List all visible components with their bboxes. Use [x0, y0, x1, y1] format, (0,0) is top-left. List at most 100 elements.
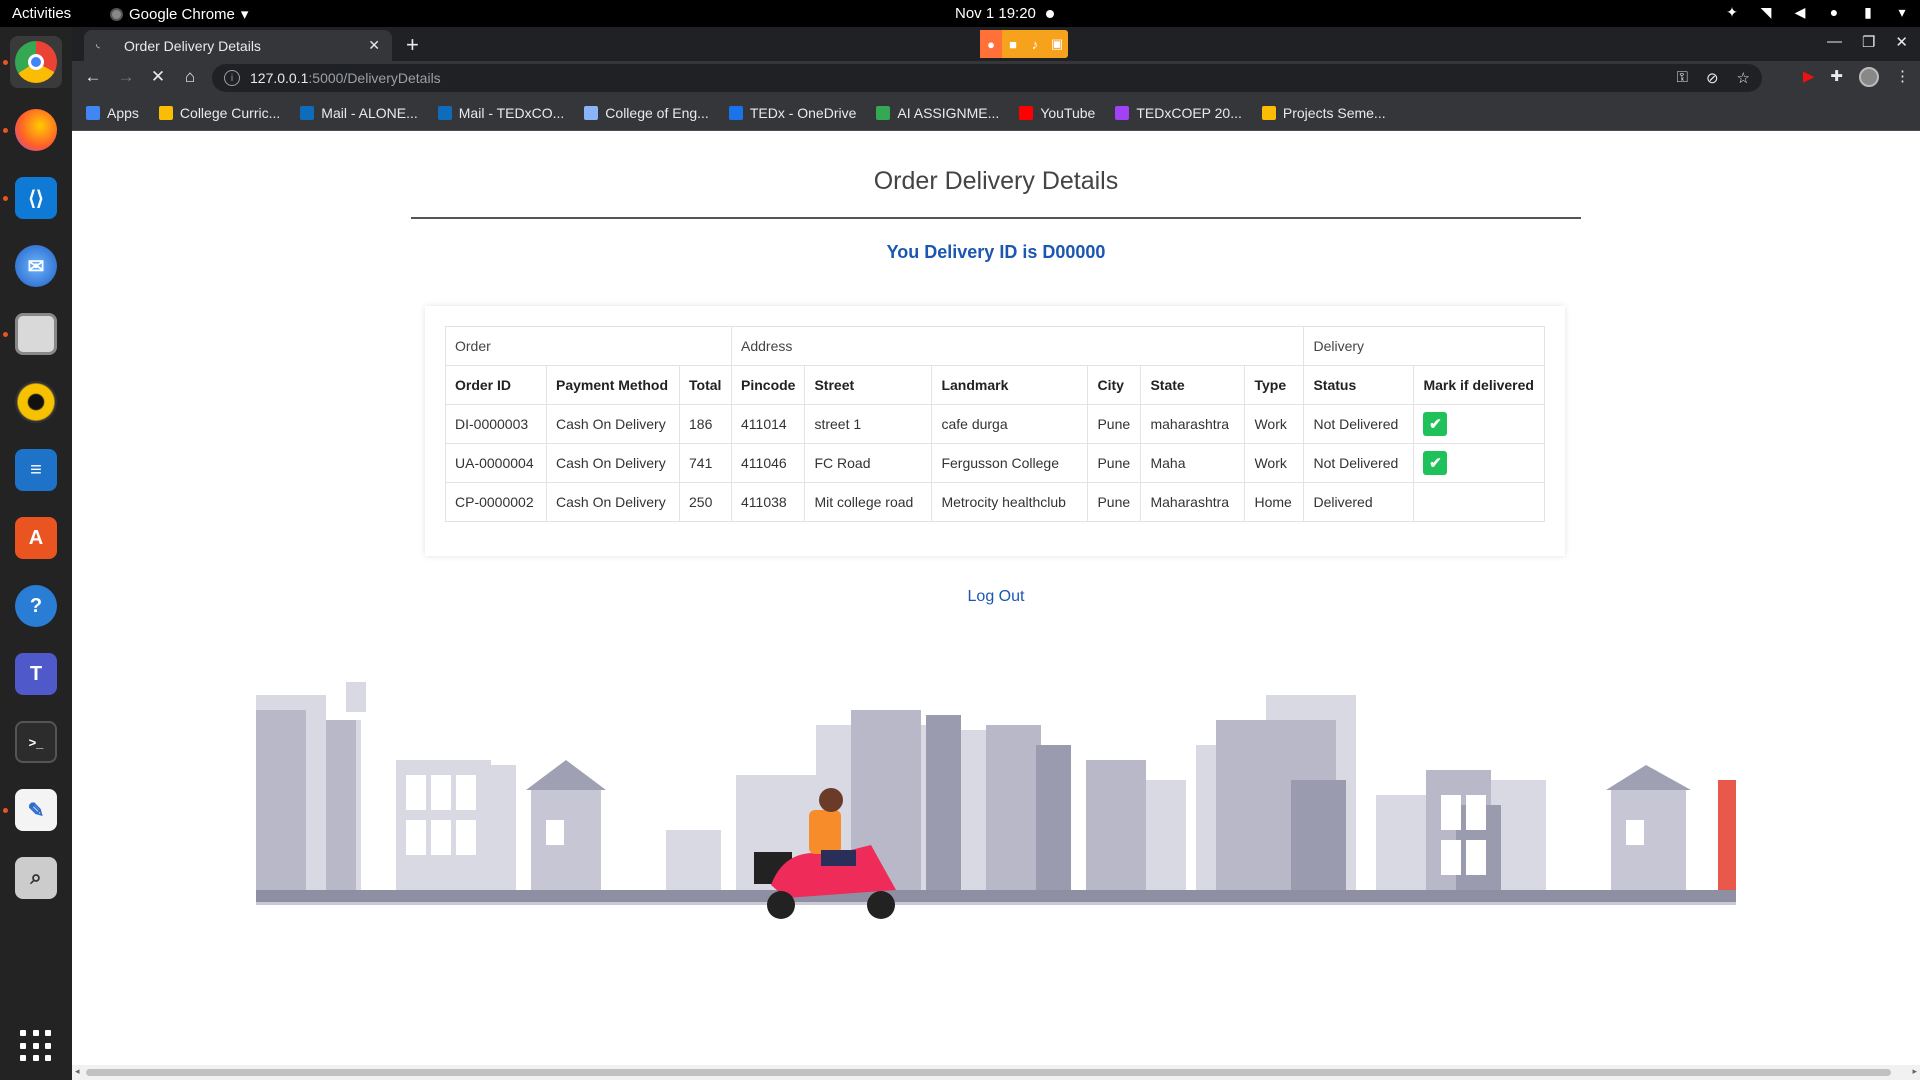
- dock-firefox[interactable]: [10, 104, 62, 156]
- logout-link[interactable]: Log Out: [72, 588, 1920, 606]
- tab-order-delivery[interactable]: ◟ Order Delivery Details ✕: [84, 30, 392, 61]
- scrollbar-thumb[interactable]: [86, 1069, 1891, 1076]
- page-title: Order Delivery Details: [873, 167, 1119, 195]
- running-indicator: [3, 128, 8, 133]
- close-window-icon[interactable]: ✕: [1895, 33, 1908, 51]
- bookmark-item[interactable]: Mail - ALONE...: [300, 105, 418, 121]
- mark-delivered-checkbox-icon[interactable]: ✔: [1423, 451, 1448, 475]
- home-icon[interactable]: ⌂: [179, 67, 201, 87]
- cell-pincode: 411038: [730, 482, 806, 522]
- bookmark-label: Mail - TEDxCO...: [458, 104, 565, 121]
- col-type: Type: [1244, 365, 1305, 405]
- app-menu[interactable]: Google Chrome ▾: [110, 5, 248, 23]
- wifi-icon: ◥: [1760, 4, 1772, 20]
- back-arrow-icon[interactable]: ←: [82, 67, 104, 87]
- bookmark-item[interactable]: College Curric...: [158, 105, 280, 121]
- forward-arrow-icon[interactable]: →: [115, 67, 137, 87]
- cell-city: Pune: [1087, 482, 1142, 522]
- new-tab-button[interactable]: +: [406, 32, 419, 58]
- running-indicator: [3, 808, 8, 813]
- horizontal-scrollbar[interactable]: ◂ ▸: [72, 1065, 1920, 1080]
- cell-type: Work: [1244, 404, 1305, 444]
- scroll-left-icon[interactable]: ◂: [75, 1066, 80, 1077]
- cell-order-id: DI-0000003: [445, 404, 547, 444]
- address-bar[interactable]: i 127.0.0.1 :5000/DeliveryDetails ⚿ ⊘ ☆: [212, 64, 1762, 92]
- dock-teams[interactable]: T: [10, 648, 62, 700]
- col-total: Total: [679, 365, 732, 405]
- bookmarks-bar: Apps College Curric... Mail - ALONE... Mail…: [72, 95, 1920, 131]
- power-menu-icon[interactable]: ▾: [1894, 4, 1910, 21]
- dock-writer[interactable]: ≡: [10, 444, 62, 496]
- software-store-icon: A: [15, 517, 57, 559]
- bookmark-item[interactable]: YouTube: [1019, 105, 1095, 121]
- dock-terminal[interactable]: >_: [10, 716, 62, 768]
- cell-pincode: 411014: [730, 404, 806, 444]
- extension-red-icon[interactable]: ▶: [1803, 67, 1815, 87]
- restore-icon[interactable]: ❐: [1862, 33, 1875, 51]
- kebab-menu-icon[interactable]: ⋮: [1895, 67, 1910, 87]
- stop-loading-icon[interactable]: ✕: [147, 67, 169, 87]
- dock-files[interactable]: [10, 308, 62, 360]
- system-tray[interactable]: ✦ ◥ ◀ ● ▮ ▾: [1724, 4, 1910, 21]
- cell-landmark: Metrocity healthclub: [931, 482, 1089, 522]
- cell-street: Mit college road: [804, 482, 933, 522]
- cell-city: Pune: [1087, 404, 1142, 444]
- dock-vscode[interactable]: ⟨⟩: [10, 172, 62, 224]
- col-mark-delivered: Mark if delivered: [1413, 365, 1545, 405]
- bookmark-item[interactable]: AI ASSIGNME...: [876, 105, 999, 121]
- bookmark-item[interactable]: Apps: [86, 105, 139, 121]
- bookmark-item[interactable]: Mail - TEDxCO...: [437, 104, 565, 121]
- bookmark-item[interactable]: TEDxCOEP 20...: [1115, 105, 1242, 121]
- dock-search[interactable]: ⌕: [10, 852, 62, 904]
- google-drive-icon: [876, 105, 891, 120]
- cell-payment-method: Cash On Delivery: [546, 443, 680, 483]
- table-row: CP-0000002 Cash On Delivery 250 411038 Mit c…: [445, 482, 1545, 522]
- list-icon: [1115, 105, 1130, 120]
- cell-city: Pune: [1087, 443, 1142, 483]
- site-info-icon[interactable]: i: [224, 70, 240, 86]
- teams-tray-icon[interactable]: ✦: [1724, 4, 1740, 21]
- profile-avatar[interactable]: [1859, 67, 1879, 87]
- running-indicator: [3, 60, 8, 65]
- cell-landmark: cafe durga: [931, 404, 1089, 444]
- cell-state: maharashtra: [1140, 404, 1246, 444]
- cell-payment-method: Cash On Delivery: [546, 404, 680, 444]
- bookmark-star-icon[interactable]: ☆: [1737, 69, 1750, 87]
- eye-off-icon[interactable]: ⊘: [1706, 69, 1719, 87]
- mark-delivered-checkbox-icon[interactable]: ✔: [1423, 412, 1448, 436]
- cell-street: street 1: [804, 404, 933, 444]
- key-icon[interactable]: ⚿: [1677, 69, 1688, 87]
- bookmark-item[interactable]: Projects Seme...: [1261, 105, 1386, 121]
- dock-software[interactable]: A: [10, 512, 62, 564]
- system-top-bar: Activities Google Chrome ▾ Nov 1 19:20 ✦…: [0, 0, 1920, 27]
- group-delivery: Delivery: [1303, 326, 1545, 366]
- teams-icon: T: [15, 653, 57, 695]
- loading-spinner-icon: ◟: [96, 38, 100, 50]
- close-tab-icon[interactable]: ✕: [368, 37, 380, 54]
- page-viewport: Order Delivery Details You Delivery ID i…: [72, 131, 1920, 1065]
- bookmark-item[interactable]: TEDx - OneDrive: [728, 104, 857, 121]
- apps-grid-icon: [86, 105, 100, 120]
- minimize-icon[interactable]: —: [1827, 33, 1842, 51]
- cell-type: Home: [1244, 482, 1305, 522]
- dock-text-editor[interactable]: ✎: [10, 784, 62, 836]
- bookmark-label: Apps: [107, 104, 139, 121]
- cell-status: Delivered: [1303, 482, 1415, 522]
- dock-chrome[interactable]: [10, 36, 62, 88]
- dock-thunderbird[interactable]: ✉: [10, 240, 62, 292]
- dock-rhythmbox[interactable]: [10, 376, 62, 428]
- extensions-puzzle-icon[interactable]: ✚: [1830, 67, 1843, 87]
- clock[interactable]: Nov 1 19:20: [955, 5, 1054, 22]
- scroll-right-icon[interactable]: ▸: [1912, 1066, 1917, 1077]
- table-row: UA-0000004 Cash On Delivery 741 411046 FC Ro…: [445, 443, 1545, 483]
- col-street: Street: [804, 365, 933, 405]
- bookmark-item[interactable]: College of Eng...: [584, 105, 709, 121]
- app-menu-label: Google Chrome: [129, 5, 235, 23]
- bookmark-label: TEDx - OneDrive: [749, 104, 857, 121]
- show-applications-icon[interactable]: [20, 1030, 52, 1062]
- tab-strip: ◟ Order Delivery Details ✕ + ● ■ ♪ ▣ — ❐…: [72, 27, 1920, 61]
- magnifier-icon: ⌕: [15, 857, 57, 899]
- microphone-icon: ●: [1829, 4, 1839, 20]
- activities-button[interactable]: Activities: [12, 5, 71, 22]
- dock-help[interactable]: ?: [10, 580, 62, 632]
